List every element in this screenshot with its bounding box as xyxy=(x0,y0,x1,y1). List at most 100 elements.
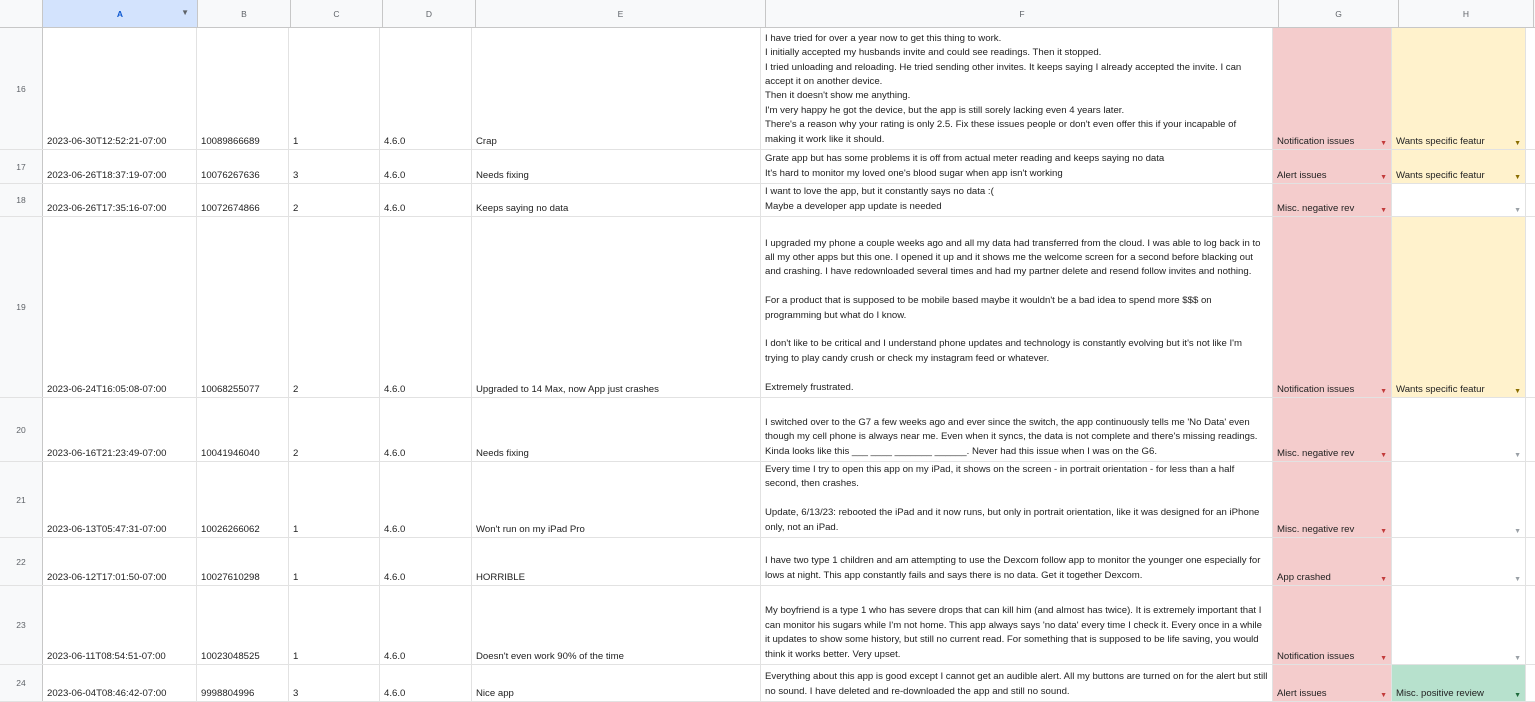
category-dropdown-cell[interactable]: Alert issues ▼ xyxy=(1273,150,1392,183)
dropdown-caret-icon[interactable]: ▼ xyxy=(1514,174,1521,181)
review-text-cell[interactable]: I want to love the app, but it constantl… xyxy=(761,184,1273,216)
category-dropdown-cell[interactable]: Notification issues ▼ xyxy=(1273,217,1392,397)
subcategory-dropdown-cell[interactable]: ▼ xyxy=(1392,184,1526,216)
title-cell[interactable]: Needs fixing xyxy=(472,150,761,183)
review-text-cell[interactable]: I have tried for over a year now to get … xyxy=(761,28,1273,149)
subcategory-dropdown-cell[interactable]: ▼ xyxy=(1392,398,1526,461)
review-id-cell[interactable]: 10089866689 xyxy=(197,28,289,149)
row-header[interactable]: 17 xyxy=(0,150,43,183)
dropdown-caret-icon[interactable]: ▼ xyxy=(1380,576,1387,583)
row-header[interactable]: 22 xyxy=(0,538,43,585)
review-text-cell[interactable]: I have two type 1 children and am attemp… xyxy=(761,538,1273,585)
rating-cell[interactable]: 3 xyxy=(289,665,380,701)
row-header[interactable]: 16 xyxy=(0,28,43,149)
version-cell[interactable]: 4.6.0 xyxy=(380,184,472,216)
category-dropdown-cell[interactable]: Misc. negative rev ▼ xyxy=(1273,462,1392,537)
title-cell[interactable]: Keeps saying no data xyxy=(472,184,761,216)
date-cell[interactable]: 2023-06-11T08:54:51-07:00 xyxy=(43,586,197,664)
version-cell[interactable]: 4.6.0 xyxy=(380,462,472,537)
version-cell[interactable]: 4.6.0 xyxy=(380,586,472,664)
dropdown-caret-icon[interactable]: ▼ xyxy=(1514,388,1521,395)
version-cell[interactable]: 4.6.0 xyxy=(380,150,472,183)
review-text-cell[interactable]: Every time I try to open this app on my … xyxy=(761,462,1273,537)
row-header[interactable]: 20 xyxy=(0,398,43,461)
title-cell[interactable]: Won't run on my iPad Pro xyxy=(472,462,761,537)
row-header[interactable]: 23 xyxy=(0,586,43,664)
title-cell[interactable]: Nice app xyxy=(472,665,761,701)
review-text-cell[interactable]: Everything about this app is good except… xyxy=(761,665,1273,701)
review-id-cell[interactable]: 10076267636 xyxy=(197,150,289,183)
review-id-cell[interactable]: 10041946040 xyxy=(197,398,289,461)
date-cell[interactable]: 2023-06-13T05:47:31-07:00 xyxy=(43,462,197,537)
category-dropdown-cell[interactable]: Misc. negative rev ▼ xyxy=(1273,184,1392,216)
dropdown-caret-icon[interactable]: ▼ xyxy=(1380,692,1387,699)
title-cell[interactable]: Crap xyxy=(472,28,761,149)
title-cell[interactable]: Upgraded to 14 Max, now App just crashes xyxy=(472,217,761,397)
review-text-cell[interactable]: My boyfriend is a type 1 who has severe … xyxy=(761,586,1273,664)
category-dropdown-cell[interactable]: Alert issues ▼ xyxy=(1273,665,1392,701)
review-text-cell[interactable]: I switched over to the G7 a few weeks ag… xyxy=(761,398,1273,461)
column-header-b[interactable]: B xyxy=(198,0,291,27)
rating-cell[interactable]: 1 xyxy=(289,462,380,537)
subcategory-dropdown-cell[interactable]: ▼ xyxy=(1392,462,1526,537)
dropdown-caret-icon[interactable]: ▼ xyxy=(1380,655,1387,662)
dropdown-caret-icon[interactable]: ▼ xyxy=(1514,452,1521,459)
dropdown-caret-icon[interactable]: ▼ xyxy=(1380,388,1387,395)
version-cell[interactable]: 4.6.0 xyxy=(380,665,472,701)
title-cell[interactable]: HORRIBLE xyxy=(472,538,761,585)
rating-cell[interactable]: 2 xyxy=(289,217,380,397)
version-cell[interactable]: 4.6.0 xyxy=(380,398,472,461)
title-cell[interactable]: Doesn't even work 90% of the time xyxy=(472,586,761,664)
review-text-cell[interactable]: I upgraded my phone a couple weeks ago a… xyxy=(761,217,1273,397)
date-cell[interactable]: 2023-06-26T18:37:19-07:00 xyxy=(43,150,197,183)
category-dropdown-cell[interactable]: Notification issues ▼ xyxy=(1273,28,1392,149)
dropdown-caret-icon[interactable]: ▼ xyxy=(1514,576,1521,583)
subcategory-dropdown-cell[interactable]: Wants specific featur ▼ xyxy=(1392,28,1526,149)
dropdown-caret-icon[interactable]: ▼ xyxy=(1514,692,1521,699)
column-header-a[interactable]: A ▼ xyxy=(43,0,198,27)
subcategory-dropdown-cell[interactable]: ▼ xyxy=(1392,538,1526,585)
review-id-cell[interactable]: 9998804996 xyxy=(197,665,289,701)
rating-cell[interactable]: 1 xyxy=(289,586,380,664)
column-header-g[interactable]: G xyxy=(1279,0,1399,27)
category-dropdown-cell[interactable]: Misc. negative rev ▼ xyxy=(1273,398,1392,461)
dropdown-caret-icon[interactable]: ▼ xyxy=(1380,140,1387,147)
column-header-d[interactable]: D xyxy=(383,0,476,27)
date-cell[interactable]: 2023-06-24T16:05:08-07:00 xyxy=(43,217,197,397)
column-header-e[interactable]: E xyxy=(476,0,766,27)
dropdown-caret-icon[interactable]: ▼ xyxy=(1514,140,1521,147)
dropdown-caret-icon[interactable]: ▼ xyxy=(1514,207,1521,214)
row-header[interactable]: 18 xyxy=(0,184,43,216)
column-header-c[interactable]: C xyxy=(291,0,383,27)
subcategory-dropdown-cell[interactable]: ▼ xyxy=(1392,586,1526,664)
dropdown-caret-icon[interactable]: ▼ xyxy=(1514,528,1521,535)
version-cell[interactable]: 4.6.0 xyxy=(380,217,472,397)
version-cell[interactable]: 4.6.0 xyxy=(380,538,472,585)
date-cell[interactable]: 2023-06-12T17:01:50-07:00 xyxy=(43,538,197,585)
column-header-h[interactable]: H xyxy=(1399,0,1534,27)
version-cell[interactable]: 4.6.0 xyxy=(380,28,472,149)
category-dropdown-cell[interactable]: App crashed ▼ xyxy=(1273,538,1392,585)
rating-cell[interactable]: 3 xyxy=(289,150,380,183)
dropdown-caret-icon[interactable]: ▼ xyxy=(1514,655,1521,662)
review-id-cell[interactable]: 10023048525 xyxy=(197,586,289,664)
subcategory-dropdown-cell[interactable]: Wants specific featur ▼ xyxy=(1392,217,1526,397)
review-id-cell[interactable]: 10068255077 xyxy=(197,217,289,397)
rating-cell[interactable]: 2 xyxy=(289,184,380,216)
dropdown-caret-icon[interactable]: ▼ xyxy=(1380,174,1387,181)
row-header[interactable]: 21 xyxy=(0,462,43,537)
column-header-f[interactable]: F xyxy=(766,0,1279,27)
subcategory-dropdown-cell[interactable]: Wants specific featur ▼ xyxy=(1392,150,1526,183)
rating-cell[interactable]: 1 xyxy=(289,28,380,149)
dropdown-caret-icon[interactable]: ▼ xyxy=(1380,528,1387,535)
review-id-cell[interactable]: 10026266062 xyxy=(197,462,289,537)
date-cell[interactable]: 2023-06-16T21:23:49-07:00 xyxy=(43,398,197,461)
date-cell[interactable]: 2023-06-04T08:46:42-07:00 xyxy=(43,665,197,701)
date-cell[interactable]: 2023-06-26T17:35:16-07:00 xyxy=(43,184,197,216)
subcategory-dropdown-cell[interactable]: Misc. positive review ▼ xyxy=(1392,665,1526,701)
review-id-cell[interactable]: 10072674866 xyxy=(197,184,289,216)
review-id-cell[interactable]: 10027610298 xyxy=(197,538,289,585)
dropdown-caret-icon[interactable]: ▼ xyxy=(1380,207,1387,214)
review-text-cell[interactable]: Grate app but has some problems it is of… xyxy=(761,150,1273,183)
title-cell[interactable]: Needs fixing xyxy=(472,398,761,461)
